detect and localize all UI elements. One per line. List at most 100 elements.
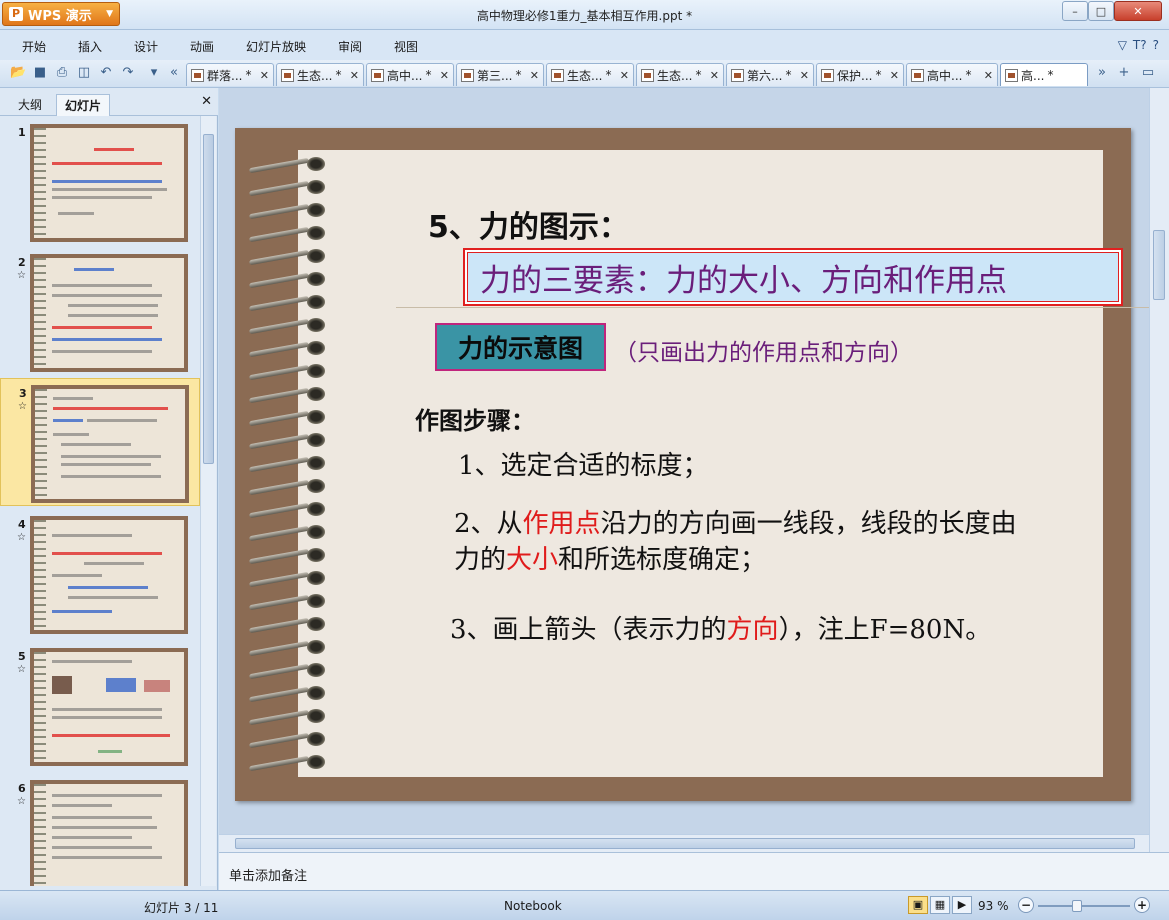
close-tab-icon[interactable]: ✕ <box>440 69 449 82</box>
window-title: 高中物理必修1重力_基本相互作用.ppt * <box>476 9 693 23</box>
doc-tab-label: 群落... <box>207 68 243 83</box>
normal-view-icon[interactable]: ▣ <box>908 896 928 914</box>
close-tab-icon[interactable]: ✕ <box>620 69 629 82</box>
zoom-in-button[interactable]: + <box>1134 897 1150 913</box>
skin-icon[interactable]: T? <box>1133 38 1147 52</box>
spiral-ring <box>249 662 331 680</box>
slideshow-icon[interactable]: ▶ <box>952 896 972 914</box>
spiral-ring <box>249 386 331 404</box>
spiral-ring <box>249 317 331 335</box>
close-button[interactable]: ✕ <box>1114 1 1162 21</box>
spiral-ring <box>249 754 331 772</box>
doc-tab[interactable]: 群落... * ✕ <box>186 63 274 86</box>
zoom-slider[interactable] <box>1038 905 1130 907</box>
maximize-button[interactable]: □ <box>1088 1 1114 21</box>
close-tab-icon[interactable]: ✕ <box>984 69 993 82</box>
doc-tab[interactable]: 生态... * ✕ <box>636 63 724 86</box>
doc-tab[interactable]: 第六... * ✕ <box>726 63 814 86</box>
notes-pane[interactable]: 单击添加备注 <box>219 852 1169 890</box>
spiral-ring <box>249 202 331 220</box>
close-tab-icon[interactable]: ✕ <box>890 69 899 82</box>
thumbnail-scrollbar[interactable] <box>200 116 216 886</box>
doc-tab-label: 高中... <box>927 68 963 83</box>
spiral-ring <box>249 248 331 266</box>
doc-tab-active[interactable]: 高... * <box>1000 63 1088 86</box>
collapse-ribbon-icon[interactable]: ▽ <box>1118 38 1127 52</box>
presentation-file-icon <box>281 68 294 82</box>
menu-review[interactable]: 审阅 <box>338 38 362 55</box>
menu-animation[interactable]: 动画 <box>190 38 214 55</box>
spiral-ring <box>249 294 331 312</box>
slides-panel: 大纲 幻灯片 ✕ 1 2 ☆ 3 ☆ 4 ☆ 5 ☆ 6 ☆ <box>0 88 218 890</box>
redo-icon[interactable]: ↷ <box>120 65 136 81</box>
doc-tab[interactable]: 生态... * ✕ <box>546 63 634 86</box>
spiral-ring <box>249 432 331 450</box>
spiral-ring <box>249 685 331 703</box>
close-tab-icon[interactable]: ✕ <box>350 69 359 82</box>
undo-icon[interactable]: ↶ <box>98 65 114 81</box>
slide-thumbnail-1[interactable]: 1 <box>0 118 200 246</box>
spiral-ring <box>249 340 331 358</box>
steps-title[interactable]: 作图步骤： <box>415 401 535 436</box>
tab-scroll-left-icon[interactable]: « <box>166 65 182 81</box>
vertical-scrollbar[interactable] <box>1149 88 1169 852</box>
slide-thumbnail-4[interactable]: 4 ☆ <box>0 510 200 638</box>
horizontal-scrollbar[interactable] <box>219 834 1149 852</box>
toolbar-dropdown-icon[interactable]: ▾ <box>146 65 162 81</box>
new-tab-icon[interactable]: + <box>1116 65 1132 81</box>
menu-view[interactable]: 视图 <box>394 38 418 55</box>
print-preview-icon[interactable]: ◫ <box>76 65 92 81</box>
spiral-ring <box>249 593 331 611</box>
tab-slides[interactable]: 幻灯片 <box>56 94 111 116</box>
doc-tab[interactable]: 生态... * ✕ <box>276 63 364 86</box>
slide-thumbnail-5[interactable]: 5 ☆ <box>0 642 200 770</box>
slide-thumbnail-list: 1 2 ☆ 3 ☆ 4 ☆ 5 ☆ 6 ☆ <box>0 116 200 886</box>
step-2[interactable]: 2、从作用点沿力的方向画一线段，线段的长度由 力的大小和所选标度确定； <box>454 506 1154 578</box>
diagram-label-box[interactable]: 力的示意图 <box>435 323 606 371</box>
doc-tab-label: 生态... <box>567 68 603 83</box>
slide-counter: 幻灯片 3 / 11 <box>144 901 219 915</box>
step-1[interactable]: 1、选定合适的标度； <box>458 448 709 484</box>
menu-insert[interactable]: 插入 <box>78 38 102 55</box>
close-panel-icon[interactable]: ✕ <box>201 94 212 109</box>
doc-tab[interactable]: 高中... * ✕ <box>366 63 454 86</box>
tab-list-icon[interactable]: ▭ <box>1140 65 1156 81</box>
zoom-out-button[interactable]: − <box>1018 897 1034 913</box>
help-icon[interactable]: ? <box>1153 38 1159 52</box>
zoom-level: 93 % <box>978 899 1009 913</box>
menu-design[interactable]: 设计 <box>134 38 158 55</box>
close-tab-icon[interactable]: ✕ <box>800 69 809 82</box>
spiral-ring <box>249 455 331 473</box>
slide-canvas[interactable]: 5、力的图示： 力的三要素：力的大小、方向和作用点 力的示意图 （只画出力的作用… <box>235 128 1156 801</box>
spiral-ring <box>249 363 331 381</box>
notes-placeholder: 单击添加备注 <box>229 869 308 884</box>
tab-outline[interactable]: 大纲 <box>10 94 50 116</box>
presentation-file-icon <box>911 68 924 82</box>
doc-tab[interactable]: 第三... * ✕ <box>456 63 544 86</box>
step-3[interactable]: 3、画上箭头（表示力的方向），注上F=80N。 <box>450 612 991 648</box>
tab-scroll-right-icon[interactable]: » <box>1094 65 1110 81</box>
open-folder-icon[interactable]: 📂 <box>10 65 26 81</box>
slide-thumbnail-6[interactable]: 6 ☆ <box>0 774 200 886</box>
spiral-ring <box>249 156 331 174</box>
slide-sorter-icon[interactable]: ▦ <box>930 896 950 914</box>
close-tab-icon[interactable]: ✕ <box>530 69 539 82</box>
doc-tab-label: 生态... <box>297 68 333 83</box>
close-tab-icon[interactable]: ✕ <box>710 69 719 82</box>
three-elements-box[interactable]: 力的三要素：力的大小、方向和作用点 <box>463 248 1123 306</box>
minimize-button[interactable]: – <box>1062 1 1088 21</box>
doc-tab[interactable]: 高中... * ✕ <box>906 63 998 86</box>
print-icon[interactable]: ⎙ <box>54 65 70 81</box>
slide-thumbnail-3[interactable]: 3 ☆ <box>0 378 200 506</box>
close-tab-icon[interactable]: ✕ <box>260 69 269 82</box>
diagram-note[interactable]: （只画出力的作用点和方向） <box>614 333 913 367</box>
menu-slideshow[interactable]: 幻灯片放映 <box>246 38 306 55</box>
slide-thumbnail-2[interactable]: 2 ☆ <box>0 248 200 376</box>
slide-heading[interactable]: 5、力的图示： <box>428 202 629 246</box>
menu-home[interactable]: 开始 <box>22 38 46 55</box>
zoom-slider-handle[interactable] <box>1072 900 1082 912</box>
animation-star-icon: ☆ <box>17 796 26 807</box>
doc-tab[interactable]: 保护... * ✕ <box>816 63 904 86</box>
save-icon[interactable]: ■ <box>32 65 48 81</box>
doc-tab-label: 高... <box>1021 68 1045 83</box>
